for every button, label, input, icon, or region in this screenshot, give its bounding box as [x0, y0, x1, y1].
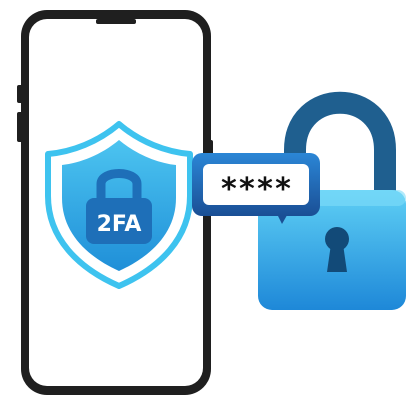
- password-masked-value: ****: [220, 172, 292, 207]
- password-field-icon: ****: [192, 153, 320, 224]
- two-factor-authentication-illustration: 2FA ****: [17, 10, 406, 395]
- shield-badge-text: 2FA: [97, 212, 142, 237]
